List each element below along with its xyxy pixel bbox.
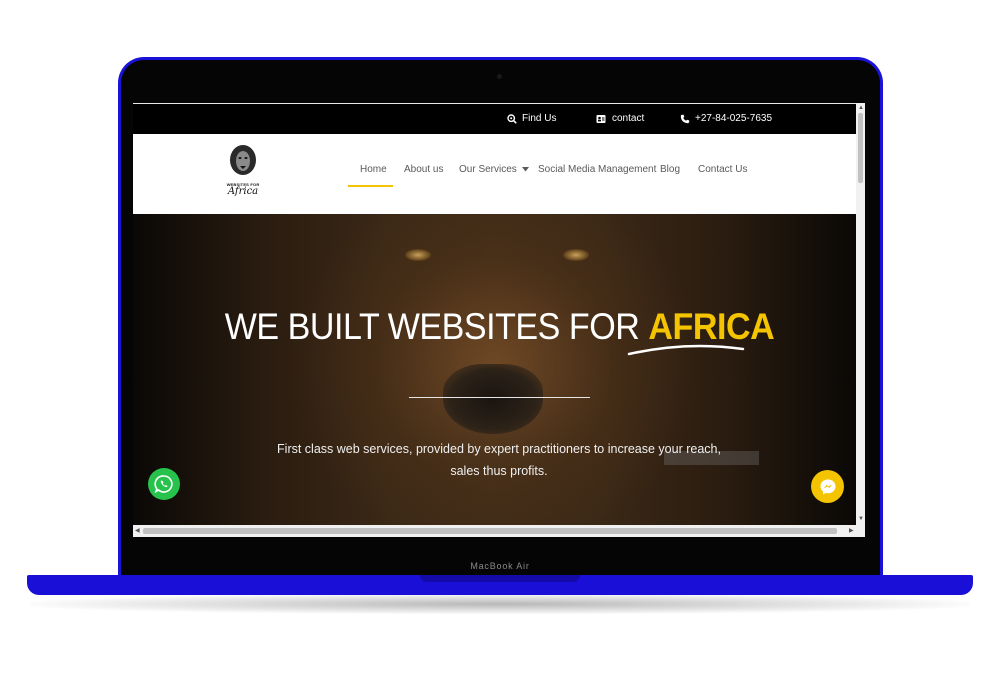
site-logo[interactable]: WEBSITES FOR Africa xyxy=(226,144,260,208)
messenger-icon xyxy=(820,479,835,494)
horizontal-scrollbar-thumb[interactable] xyxy=(143,528,837,534)
nav-about-us[interactable]: About us xyxy=(404,164,443,175)
lion-eye-right xyxy=(563,249,589,261)
search-location-icon xyxy=(507,113,517,124)
nav-contact-us-label: Contact Us xyxy=(698,164,748,175)
nav-contact-us[interactable]: Contact Us xyxy=(698,164,747,175)
whatsapp-icon xyxy=(154,475,173,494)
lion-nose xyxy=(443,364,543,434)
nav-active-indicator xyxy=(348,185,393,187)
nav-about-us-label: About us xyxy=(404,164,444,175)
nav-home[interactable]: Home xyxy=(360,164,387,175)
laptop-shadow xyxy=(30,594,970,614)
nav-our-services[interactable]: Our Services xyxy=(459,164,529,175)
main-navbar: WEBSITES FOR Africa Home About us Our Se… xyxy=(133,134,856,214)
lion-logo-icon xyxy=(230,145,256,175)
nav-blog[interactable]: Blog xyxy=(660,164,680,175)
scroll-up-arrow-icon[interactable]: ▲ xyxy=(858,105,864,111)
nav-social-media[interactable]: Social Media Management xyxy=(538,164,656,175)
browser-screen: Find Us contact +27-84-025-7635 WEBSITES… xyxy=(133,103,865,537)
hero-title-main: WE BUILT WEBSITES FOR xyxy=(224,306,649,347)
contact-label: contact xyxy=(612,113,645,124)
scroll-down-arrow-icon[interactable]: ▼ xyxy=(858,516,864,522)
laptop-base-notch xyxy=(420,575,580,582)
nav-our-services-label: Our Services xyxy=(459,164,517,175)
nav-blog-label: Blog xyxy=(660,164,681,175)
hero-divider xyxy=(409,397,590,398)
top-info-bar: Find Us contact +27-84-025-7635 xyxy=(133,103,856,134)
find-us-label: Find Us xyxy=(522,113,557,124)
contact-link[interactable]: contact xyxy=(596,113,644,124)
scroll-left-arrow-icon[interactable]: ◀ xyxy=(135,527,140,534)
title-swoosh-underline xyxy=(627,344,745,356)
webcam xyxy=(497,74,502,79)
phone-link[interactable]: +27-84-025-7635 xyxy=(680,113,772,124)
find-us-link[interactable]: Find Us xyxy=(507,113,556,124)
logo-text-script: Africa xyxy=(227,186,259,197)
scroll-right-arrow-icon[interactable]: ▶ xyxy=(849,527,854,534)
hero-subtitle: First class web services, provided by ex… xyxy=(277,442,721,478)
vertical-scrollbar-thumb[interactable] xyxy=(858,113,863,183)
whatsapp-chat-button[interactable] xyxy=(148,468,180,500)
hero-section: WE BUILT WEBSITES FOR AFRICA First class… xyxy=(133,214,856,525)
device-label: MacBook Air xyxy=(470,561,530,571)
phone-label: +27-84-025-7635 xyxy=(695,113,773,124)
nav-social-media-label: Social Media Management xyxy=(538,164,657,175)
caret-down-icon xyxy=(521,164,529,175)
lion-eye-left xyxy=(405,249,431,261)
phone-icon xyxy=(680,114,690,124)
nav-home-label: Home xyxy=(360,164,387,175)
messenger-chat-button[interactable] xyxy=(811,470,844,503)
address-card-icon xyxy=(596,114,607,124)
